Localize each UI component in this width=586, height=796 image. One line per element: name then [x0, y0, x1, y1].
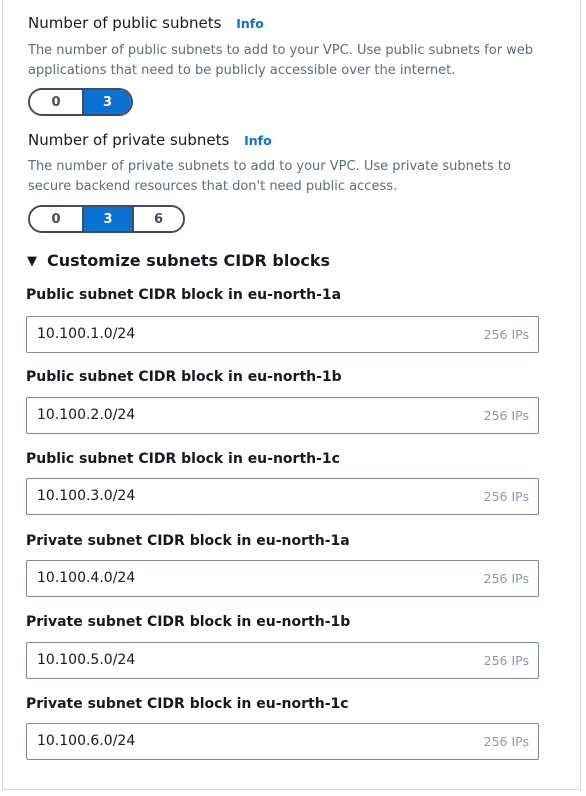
cidr-field-label: Private subnet CIDR block in eu-north-1a — [26, 533, 350, 549]
cidr-input-public-1a[interactable]: 10.100.1.0/24 256 IPs — [26, 316, 539, 353]
ip-count-hint: 256 IPs — [483, 327, 529, 342]
cidr-input-value: 10.100.1.0/24 — [37, 326, 136, 342]
ip-count-hint: 256 IPs — [483, 571, 529, 586]
customize-cidr-label: Customize subnets CIDR blocks — [47, 251, 330, 270]
ip-count-hint: 256 IPs — [483, 408, 529, 423]
public-subnets-title: Number of public subnets — [28, 14, 222, 32]
cidr-field-label: Private subnet CIDR block in eu-north-1c — [26, 696, 349, 712]
caret-down-icon: ▼ — [27, 254, 37, 269]
public-subnets-info-link[interactable]: Info — [236, 16, 264, 31]
public-subnets-description: The number of public subnets to add to y… — [28, 43, 534, 78]
ip-count-hint: 256 IPs — [483, 489, 529, 504]
public-subnets-option-0[interactable]: 0 — [30, 90, 82, 114]
divider — [2, 789, 581, 790]
cidr-input-private-1b[interactable]: 10.100.5.0/24 256 IPs — [26, 642, 539, 679]
ip-count-hint: 256 IPs — [483, 653, 529, 668]
cidr-input-value: 10.100.4.0/24 — [37, 570, 136, 586]
cidr-input-private-1a[interactable]: 10.100.4.0/24 256 IPs — [26, 560, 539, 597]
private-subnets-option-6[interactable]: 6 — [132, 207, 183, 231]
private-subnets-title: Number of private subnets — [28, 131, 230, 149]
cidr-input-value: 10.100.5.0/24 — [37, 652, 136, 668]
private-subnets-option-0[interactable]: 0 — [30, 207, 82, 231]
public-subnets-option-3[interactable]: 3 — [82, 90, 131, 114]
private-subnets-segmented-control: 0 3 6 — [28, 205, 185, 233]
cidr-input-private-1c[interactable]: 10.100.6.0/24 256 IPs — [26, 723, 539, 760]
public-subnets-heading: Number of public subnets Info — [28, 14, 264, 32]
cidr-field-label: Private subnet CIDR block in eu-north-1b — [26, 614, 351, 630]
customize-cidr-expander[interactable]: ▼ Customize subnets CIDR blocks — [27, 251, 330, 270]
cidr-input-public-1c[interactable]: 10.100.3.0/24 256 IPs — [26, 478, 539, 515]
cidr-input-public-1b[interactable]: 10.100.2.0/24 256 IPs — [26, 397, 539, 434]
cidr-input-value: 10.100.6.0/24 — [37, 733, 136, 749]
ip-count-hint: 256 IPs — [483, 734, 529, 749]
public-subnets-segmented-control: 0 3 — [28, 88, 133, 116]
cidr-field-label: Public subnet CIDR block in eu-north-1a — [26, 287, 342, 303]
private-subnets-heading: Number of private subnets Info — [28, 131, 272, 149]
cidr-input-value: 10.100.3.0/24 — [37, 488, 136, 504]
private-subnets-description: The number of private subnets to add to … — [28, 159, 511, 194]
private-subnets-info-link[interactable]: Info — [244, 133, 272, 148]
private-subnets-option-3[interactable]: 3 — [82, 207, 132, 231]
cidr-input-value: 10.100.2.0/24 — [37, 407, 136, 423]
cidr-field-label: Public subnet CIDR block in eu-north-1c — [26, 451, 340, 467]
cidr-field-label: Public subnet CIDR block in eu-north-1b — [26, 369, 342, 385]
